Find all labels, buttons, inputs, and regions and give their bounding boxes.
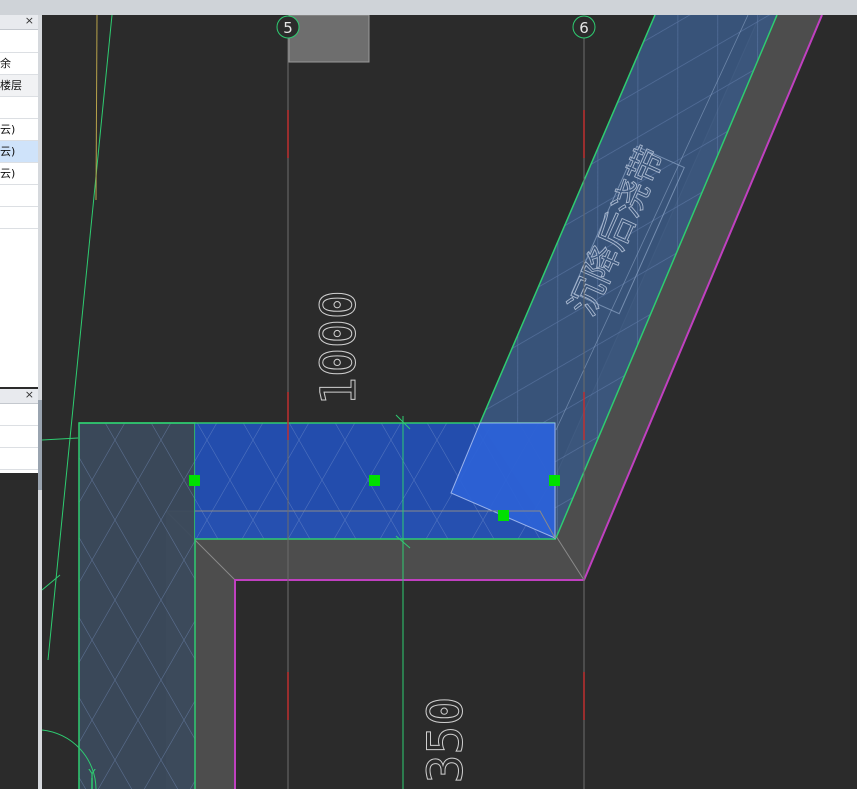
dimension-label-1000: 1000	[311, 290, 367, 406]
grip-handle[interactable]	[549, 475, 560, 486]
grip-handle[interactable]	[189, 475, 200, 486]
dimension-label-350: 350	[418, 697, 474, 784]
axis-label-6: 6	[579, 19, 589, 37]
cad-canvas[interactable]: 沉降后浇带 5 6 1000 350 Y	[0, 15, 857, 789]
column-block[interactable]	[288, 15, 370, 63]
title-bar	[0, 0, 857, 16]
ucs-axis-label: Y	[87, 767, 96, 781]
axis-label-5: 5	[283, 19, 293, 37]
grip-handle[interactable]	[498, 510, 509, 521]
vertical-band-hatch	[79, 423, 195, 789]
grip-handle[interactable]	[369, 475, 380, 486]
